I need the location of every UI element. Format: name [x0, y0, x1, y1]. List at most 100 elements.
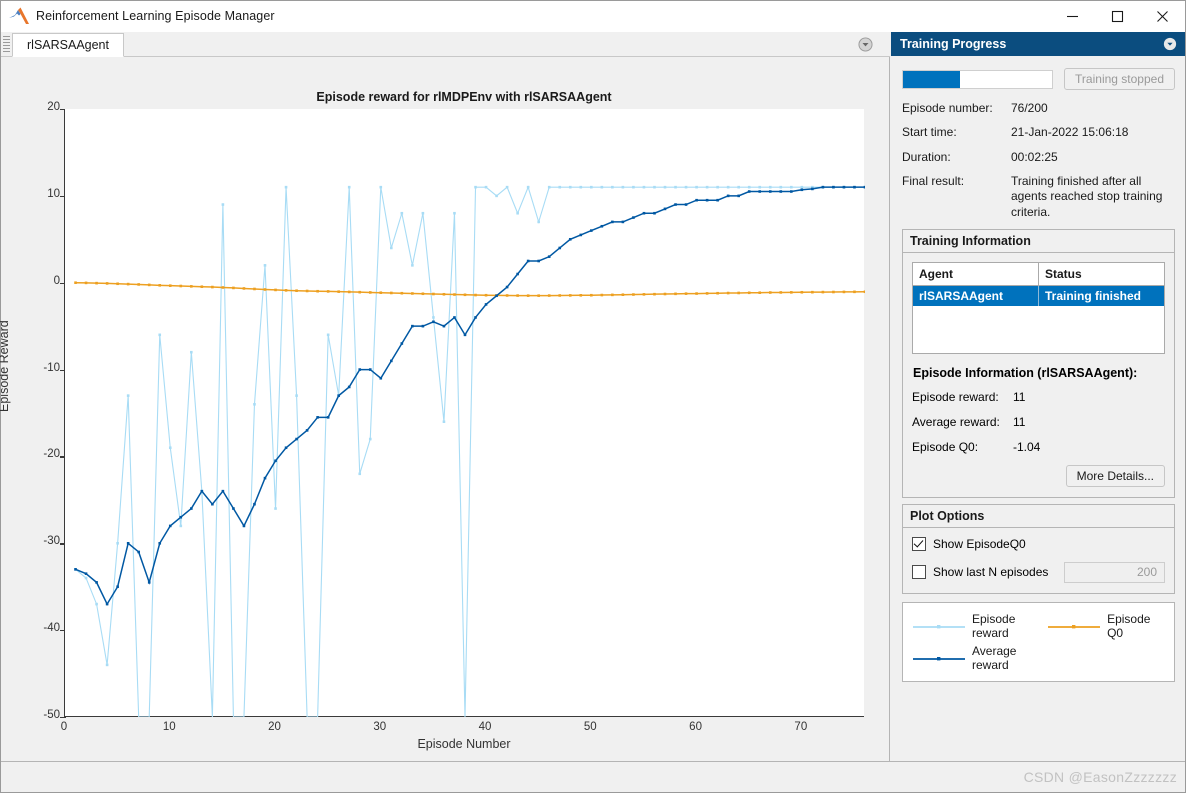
series-marker [263, 264, 267, 267]
series-marker [558, 294, 562, 297]
series-marker [253, 502, 256, 506]
episode-info-row: Average reward: 11 [912, 415, 1165, 429]
tab-drag-grip[interactable] [3, 36, 10, 53]
series-marker [358, 290, 362, 294]
series-marker [821, 290, 825, 294]
series-marker [242, 287, 246, 290]
x-tick-label: 60 [689, 721, 702, 733]
series-marker [811, 290, 814, 294]
series-marker [326, 416, 330, 419]
series-marker [211, 502, 214, 506]
chart-panel: Episode reward for rlMDPEnv with rlSARSA… [0, 57, 890, 762]
plot-area[interactable] [64, 109, 865, 717]
legend-label: Episode Q0 [1107, 611, 1151, 640]
chevron-down-circle-icon[interactable] [858, 37, 873, 52]
series-marker [832, 185, 835, 189]
series-marker [316, 416, 319, 419]
tab-strip: rlSARSAAgent [1, 32, 890, 57]
series-marker [295, 394, 298, 397]
legend-label: Average reward [972, 643, 1017, 672]
series-marker [347, 385, 351, 389]
y-tick-label: -10 [43, 361, 60, 374]
y-axis-ticks: -50 -40 -30 -20 -10 0 10 20 [14, 101, 66, 721]
y-tick-label: 20 [47, 101, 60, 113]
series-marker [421, 211, 425, 215]
last-n-episodes-input[interactable]: 200 [1064, 561, 1165, 583]
series-marker [611, 293, 614, 297]
series-marker [453, 293, 456, 296]
series-marker [642, 185, 646, 189]
x-axis-label: Episode Number [417, 737, 511, 751]
more-details-button[interactable]: More Details... [1065, 464, 1165, 487]
summary-value: 21-Jan-2022 15:06:18 [1011, 125, 1129, 140]
show-episodeq0-checkbox[interactable] [912, 536, 926, 551]
maximize-button[interactable] [1095, 1, 1140, 32]
series-marker [179, 515, 183, 519]
series-marker [242, 524, 246, 528]
x-tick-label: 30 [373, 721, 387, 733]
series-marker [568, 185, 572, 189]
legend-label: Episode reward [972, 611, 1016, 640]
series-marker [221, 489, 225, 493]
series-marker [779, 190, 783, 193]
series-marker [663, 207, 667, 211]
series-marker [274, 459, 277, 463]
series-marker [105, 663, 109, 667]
show-last-n-checkbox[interactable] [912, 565, 926, 580]
series-marker [147, 283, 151, 287]
series-marker [832, 290, 835, 294]
series-marker [558, 246, 562, 250]
cell-status: Training finished [1038, 285, 1165, 307]
series-marker [190, 285, 193, 288]
series-marker [284, 289, 288, 292]
episode-info-key: Episode reward: [912, 389, 999, 404]
series-marker [411, 324, 414, 328]
series-marker [84, 281, 88, 285]
series-marker [305, 289, 309, 293]
series-marker [674, 292, 677, 296]
series-marker [568, 237, 572, 241]
show-episodeq0-row[interactable]: Show EpisodeQ0 [912, 536, 1165, 551]
series-marker [232, 507, 235, 510]
series-marker [200, 489, 204, 493]
series-marker [600, 224, 604, 228]
series-marker [611, 185, 614, 189]
series-marker [253, 287, 256, 291]
training-information-table[interactable]: Agent Status rlSARSAAgent Training finis… [912, 262, 1165, 354]
series-marker [790, 185, 793, 189]
minimize-button[interactable] [1050, 1, 1095, 32]
series-marker [800, 290, 804, 294]
show-last-n-row[interactable]: Show last N episodes 200 [912, 561, 1165, 583]
matlab-logo-icon [9, 7, 29, 24]
y-tick-label: -20 [43, 448, 60, 461]
training-information-title: Training Information [903, 230, 1174, 254]
summary-value: 00:02:25 [1011, 149, 1058, 164]
series-marker [674, 203, 677, 206]
table-row[interactable]: rlSARSAAgent Training finished [912, 285, 1165, 307]
summary-key: Episode number: [902, 101, 993, 115]
series-marker [526, 185, 530, 189]
series-marker [684, 292, 688, 295]
series-marker [621, 220, 625, 224]
series-marker [558, 185, 562, 189]
plot-lines [74, 185, 865, 717]
series-marker [642, 211, 646, 215]
x-tick-label: 40 [478, 721, 492, 733]
chevron-down-circle-icon[interactable] [1163, 37, 1177, 51]
series-marker [863, 185, 865, 189]
tab-rlsarsaagent[interactable]: rlSARSAAgent [12, 33, 124, 57]
series-marker [137, 283, 140, 286]
close-button[interactable] [1140, 1, 1185, 32]
series-marker [537, 259, 540, 263]
x-tick-label: 20 [268, 721, 281, 733]
episode-information-list: Episode reward: 11 Average reward: 11 Episod… [912, 390, 1165, 454]
series-marker [179, 284, 183, 288]
training-stopped-button[interactable]: Training stopped [1064, 68, 1175, 90]
series-marker [737, 291, 740, 295]
series-marker [853, 290, 856, 294]
cell-agent: rlSARSAAgent [912, 285, 1039, 307]
series-marker [126, 394, 130, 397]
series-marker [547, 185, 551, 189]
series-marker [326, 333, 330, 337]
series-marker [168, 524, 172, 528]
